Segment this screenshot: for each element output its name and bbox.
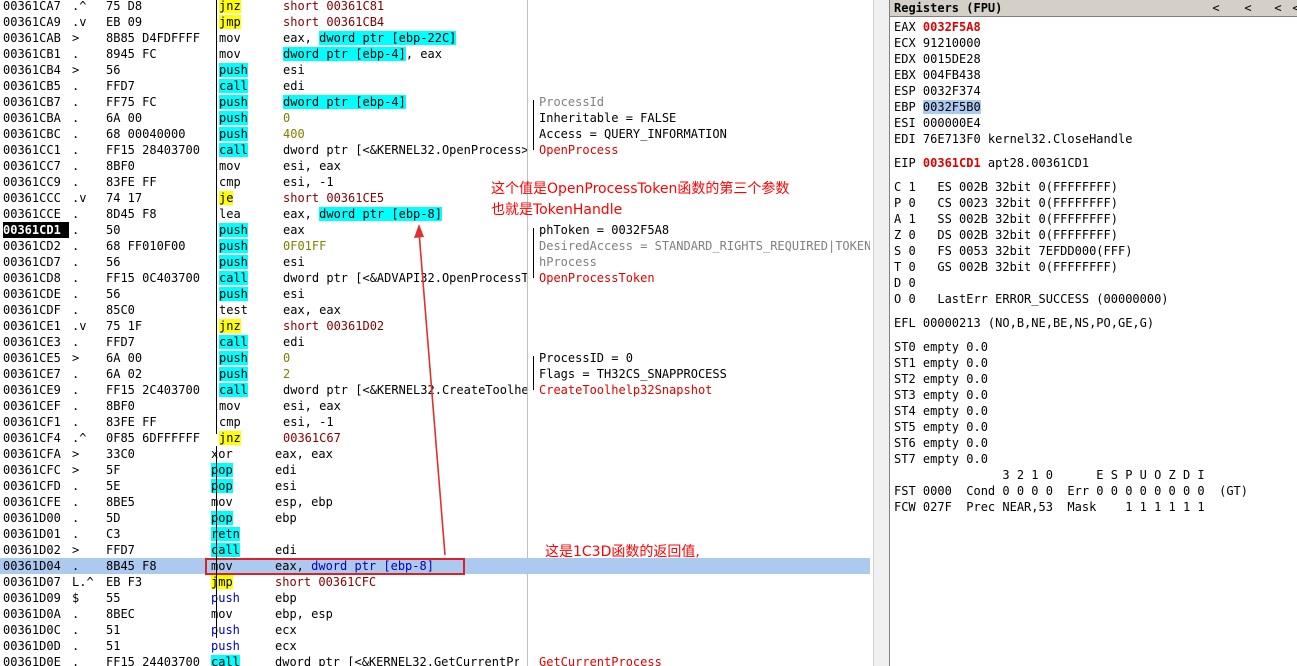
register-text: 0032F5A8 bbox=[922, 20, 981, 34]
arg-bracket bbox=[533, 228, 534, 278]
annotation-arrow bbox=[414, 224, 446, 556]
register-text: 000000E4 bbox=[922, 116, 981, 130]
register-text: 91210000 bbox=[922, 36, 981, 50]
fpu-register[interactable]: ST5 empty 0.0 bbox=[894, 419, 988, 435]
register-esi[interactable]: ESI 000000E4 bbox=[894, 115, 981, 131]
fpu-header[interactable]: 3 2 1 0 E S P U O Z D I bbox=[894, 467, 1205, 483]
register-text: ST3 empty 0.0 bbox=[894, 388, 988, 402]
flag-line[interactable]: A 1 SS 002B 32bit 0(FFFFFFFF) bbox=[894, 211, 1118, 227]
register-text: EBP bbox=[894, 100, 923, 114]
register-text: EAX bbox=[894, 20, 923, 34]
register-text: ECX bbox=[894, 36, 923, 50]
fpu-control[interactable]: FCW 027F Prec NEAR,53 Mask 1 1 1 1 1 1 bbox=[894, 499, 1205, 515]
register-text: ST6 empty 0.0 bbox=[894, 436, 988, 450]
register-esp[interactable]: ESP 0032F374 bbox=[894, 83, 981, 99]
register-text: T 0 GS 002B 32bit 0(FFFFFFFF) bbox=[894, 260, 1118, 274]
fpu-register[interactable]: ST4 empty 0.0 bbox=[894, 403, 988, 419]
register-text: ST5 empty 0.0 bbox=[894, 420, 988, 434]
register-text: ST4 empty 0.0 bbox=[894, 404, 988, 418]
register-text: FST 0000 Cond 0 0 0 0 Err 0 0 0 0 0 0 0 … bbox=[894, 484, 1249, 498]
flag-line[interactable]: D 0 bbox=[894, 275, 916, 291]
register-text: ST1 empty 0.0 bbox=[894, 356, 988, 370]
fpu-register[interactable]: ST0 empty 0.0 bbox=[894, 339, 988, 355]
register-text: P 0 CS 0023 32bit 0(FFFFFFFF) bbox=[894, 196, 1118, 210]
nav-prev-icon[interactable]: < bbox=[1240, 0, 1256, 17]
register-text: 0032F5B0 bbox=[922, 100, 981, 114]
register-ebp[interactable]: EBP 0032F5B0 bbox=[894, 99, 981, 115]
register-text: kernel32.CloseHandle bbox=[980, 132, 1133, 146]
register-text: EDI bbox=[894, 132, 923, 146]
register-text: O 0 LastErr ERROR_SUCCESS (00000000) bbox=[894, 292, 1169, 306]
register-text: C 1 ES 002B 32bit 0(FFFFFFFF) bbox=[894, 180, 1118, 194]
registers-title: Registers (FPU) bbox=[894, 1, 1003, 15]
registers-pane[interactable]: Registers (FPU) < < < < EAX 0032F5A8 ECX … bbox=[889, 0, 1297, 666]
register-text: ST0 empty 0.0 bbox=[894, 340, 988, 354]
fpu-register[interactable]: ST7 empty 0.0 bbox=[894, 451, 988, 467]
register-text: FCW 027F Prec NEAR,53 Mask 1 1 1 1 1 1 bbox=[894, 500, 1205, 514]
registers-header: Registers (FPU) < < < < bbox=[890, 0, 1297, 17]
pane-splitter[interactable] bbox=[873, 0, 889, 666]
register-text: apt28.00361CD1 bbox=[980, 156, 1090, 170]
register-edi[interactable]: EDI 76E713F0 kernel32.CloseHandle bbox=[894, 131, 1132, 147]
register-text: S 0 FS 0053 32bit 7EFDD000(FFF) bbox=[894, 244, 1133, 258]
register-text: EFL 00000213 (NO,B,NE,BE,NS,PO,GE,G) bbox=[894, 316, 1155, 330]
arg-bracket bbox=[533, 100, 534, 150]
register-text: EDX bbox=[894, 52, 923, 66]
flag-line[interactable]: C 1 ES 002B 32bit 0(FFFFFFFF) bbox=[894, 179, 1118, 195]
nav-prev-icon[interactable]: < bbox=[1270, 0, 1286, 17]
register-text: 004FB438 bbox=[922, 68, 981, 82]
jump-line bbox=[216, 0, 217, 14]
register-text: A 1 SS 002B 32bit 0(FFFFFFFF) bbox=[894, 212, 1118, 226]
flag-line[interactable]: T 0 GS 002B 32bit 0(FFFFFFFF) bbox=[894, 259, 1118, 275]
register-text: 3 2 1 0 E S P U O Z D I bbox=[894, 468, 1205, 482]
register-edx[interactable]: EDX 0015DE28 bbox=[894, 51, 981, 67]
register-text: 0032F374 bbox=[922, 84, 981, 98]
register-text: 76E713F0 bbox=[922, 132, 981, 146]
jump-line bbox=[216, 446, 217, 638]
register-ebx[interactable]: EBX 004FB438 bbox=[894, 67, 981, 83]
register-text: D 0 bbox=[894, 276, 916, 290]
flag-line[interactable]: P 0 CS 0023 32bit 0(FFFFFFFF) bbox=[894, 195, 1118, 211]
fpu-register[interactable]: ST1 empty 0.0 bbox=[894, 355, 988, 371]
register-eip[interactable]: EIP 00361CD1 apt28.00361CD1 bbox=[894, 155, 1089, 171]
jump-line bbox=[216, 14, 217, 434]
flag-line[interactable]: S 0 FS 0053 32bit 7EFDD000(FFF) bbox=[894, 243, 1132, 259]
nav-prev-icon[interactable]: < bbox=[1208, 0, 1224, 17]
register-text: EIP bbox=[894, 156, 923, 170]
register-text: ST2 empty 0.0 bbox=[894, 372, 988, 386]
flag-line[interactable]: O 0 LastErr ERROR_SUCCESS (00000000) bbox=[894, 291, 1169, 307]
nav-prev-icon[interactable]: < bbox=[1288, 0, 1297, 17]
register-text: EBX bbox=[894, 68, 923, 82]
fpu-register[interactable]: ST3 empty 0.0 bbox=[894, 387, 988, 403]
fpu-register[interactable]: ST6 empty 0.0 bbox=[894, 435, 988, 451]
fpu-register[interactable]: ST2 empty 0.0 bbox=[894, 371, 988, 387]
arg-bracket bbox=[533, 356, 534, 390]
register-ecx[interactable]: ECX 91210000 bbox=[894, 35, 981, 51]
fpu-status[interactable]: FST 0000 Cond 0 0 0 0 Err 0 0 0 0 0 0 0 … bbox=[894, 483, 1248, 499]
register-text: ESI bbox=[894, 116, 923, 130]
disassembly-pane[interactable]: 00361CA7 .^ 75 D8 jnz short 00361C81 00361CA9… bbox=[0, 0, 870, 666]
register-text: ESP bbox=[894, 84, 923, 98]
register-text: 0015DE28 bbox=[922, 52, 981, 66]
register-text: Z 0 DS 002B 32bit 0(FFFFFFFF) bbox=[894, 228, 1118, 242]
register-eax[interactable]: EAX 0032F5A8 bbox=[894, 19, 981, 35]
flag-line[interactable]: Z 0 DS 002B 32bit 0(FFFFFFFF) bbox=[894, 227, 1118, 243]
register-efl[interactable]: EFL 00000213 (NO,B,NE,BE,NS,PO,GE,G) bbox=[894, 315, 1154, 331]
register-text: 00361CD1 bbox=[922, 156, 981, 170]
register-text: ST7 empty 0.0 bbox=[894, 452, 988, 466]
